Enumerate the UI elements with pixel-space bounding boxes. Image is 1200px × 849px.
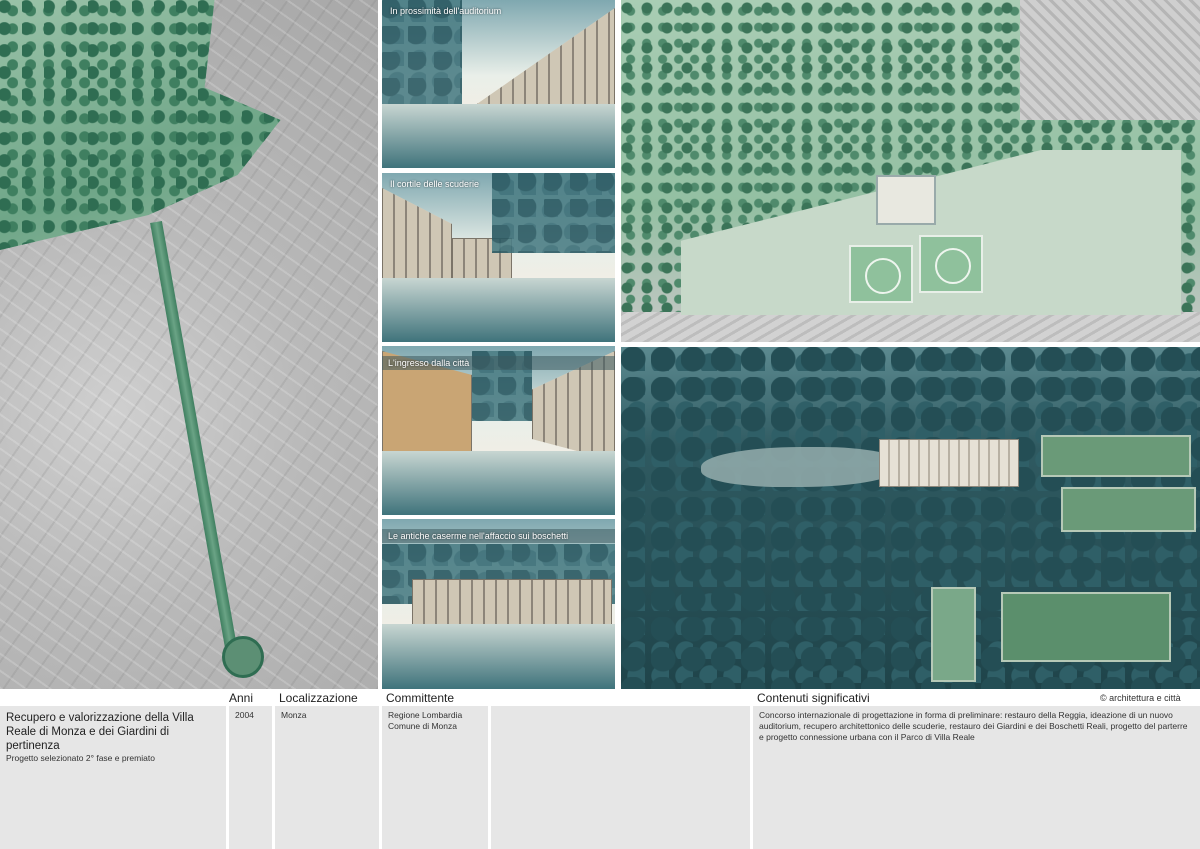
copyright-credit: © architettura e città (1100, 693, 1181, 703)
committente-cell: Regione Lombardia Comune di Monza (382, 706, 488, 849)
aerial-photo (621, 347, 1200, 689)
garden-lawn (1041, 435, 1191, 477)
sketch-cortile: Il cortile delle scuderie (382, 173, 615, 342)
garden-lawn (931, 587, 976, 682)
city-block (1020, 0, 1200, 120)
committente-value-2: Comune di Monza (388, 721, 457, 731)
garden-lawn (1001, 592, 1171, 662)
sketch-caption: In prossimità dell'auditorium (390, 6, 502, 16)
sketch-auditorium: In prossimità dell'auditorium (382, 0, 615, 168)
tree-avenue (150, 220, 239, 657)
header-contenuti: Contenuti significativi (757, 691, 870, 705)
header-anni: Anni (229, 691, 254, 705)
sketch-ground (382, 277, 615, 342)
anni-value: 2004 (235, 710, 254, 720)
contenuti-cell: Concorso internazionale di progettazione… (753, 706, 1200, 849)
sketch-caption: Il cortile delle scuderie (390, 179, 480, 189)
committente-value-1: Regione Lombardia (388, 710, 463, 720)
site-plan (621, 0, 1200, 342)
garden-lawn (1061, 487, 1196, 532)
sketch-trees (492, 173, 615, 253)
localizzazione-cell: Monza (275, 706, 379, 849)
roundabout (222, 636, 264, 678)
parterre-right (919, 235, 983, 293)
villa-reale (879, 439, 1019, 487)
sketch-trees (382, 0, 462, 110)
empty-cell (491, 706, 750, 849)
sketch-ingresso: L'ingresso dalla città (382, 346, 615, 515)
city-block-bottom (621, 312, 1200, 342)
sketch-ground (382, 450, 615, 515)
header-localizzazione: Localizzazione (279, 691, 358, 705)
sketch-ground (382, 624, 615, 689)
project-title: Recupero e valorizzazione della Villa Re… (6, 712, 194, 752)
sketch-ground (382, 104, 615, 168)
header-committente: Committente (386, 691, 455, 705)
project-subtitle: Progetto selezionato 2° fase e premiato (6, 753, 155, 763)
sketch-caption: Le antiche caserme nell'affaccio sui bos… (382, 529, 615, 543)
anni-cell: 2004 (229, 706, 272, 849)
park-area (0, 0, 281, 250)
localizzazione-value: Monza (281, 710, 307, 720)
lake (701, 447, 901, 487)
aerial-map-left (0, 0, 378, 689)
contenuti-value: Concorso internazionale di progettazione… (759, 710, 1188, 742)
villa-reale-plan (876, 175, 936, 225)
sketch-caption: L'ingresso dalla città (382, 356, 615, 370)
sketch-caserme: Le antiche caserme nell'affaccio sui bos… (382, 519, 615, 689)
parterre-left (849, 245, 913, 303)
project-title-cell: Recupero e valorizzazione della Villa Re… (0, 706, 226, 849)
